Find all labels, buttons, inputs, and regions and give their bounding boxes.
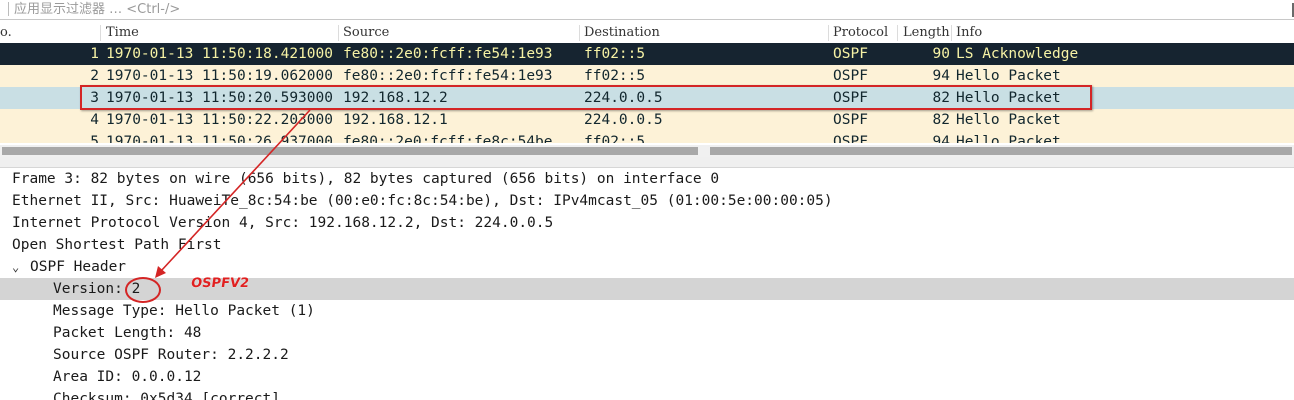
annotation-arrow: [155, 109, 311, 278]
annotation-label: OSPFV2: [189, 276, 250, 291]
